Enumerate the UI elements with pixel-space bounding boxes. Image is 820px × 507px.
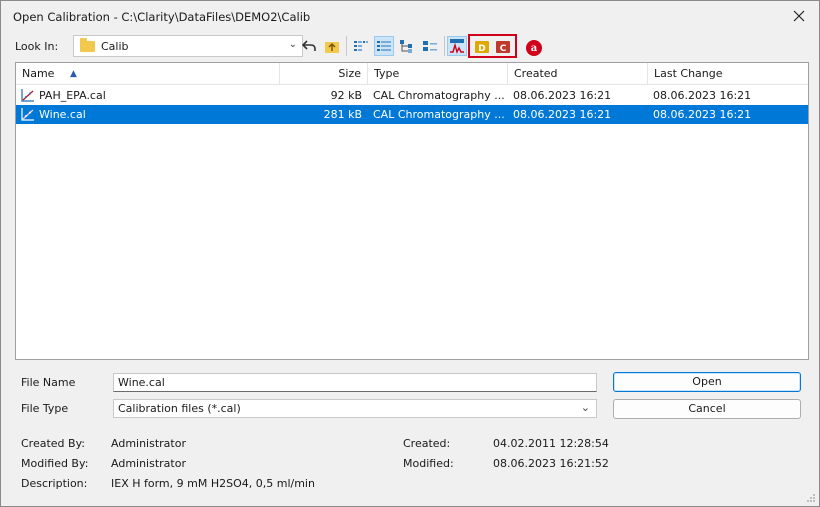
column-header-size[interactable]: Size xyxy=(280,63,368,85)
thumbnail-view-icon xyxy=(423,41,437,51)
created-date-label: Created: xyxy=(403,437,451,450)
modified-by-value: Administrator xyxy=(111,457,186,470)
look-in-value: Calib xyxy=(101,40,129,53)
column-header-last-change[interactable]: Last Change xyxy=(648,63,808,85)
calibration-file-icon xyxy=(21,89,34,102)
tree-view-icon xyxy=(400,40,412,53)
window-title: Open Calibration - C:\Clarity\DataFiles\… xyxy=(13,10,311,24)
chromatogram-preview-button[interactable] xyxy=(447,36,467,56)
folder-icon xyxy=(80,38,95,52)
file-last-change-cell: 08.06.2023 16:21 xyxy=(653,108,752,121)
file-created-cell: 08.06.2023 16:21 xyxy=(513,89,612,102)
back-button[interactable] xyxy=(299,36,319,56)
file-name-cell: PAH_EPA.cal xyxy=(39,89,106,102)
file-size-cell: 281 kB xyxy=(323,108,362,121)
file-last-change-cell: 08.06.2023 16:21 xyxy=(653,89,752,102)
file-type-label: File Type xyxy=(21,402,69,415)
column-type-label: Type xyxy=(374,67,400,80)
file-type-select[interactable]: Calibration files (*.cal) ⌄ xyxy=(113,399,597,418)
file-name-label: File Name xyxy=(21,376,76,389)
calibration-file-icon xyxy=(21,108,34,121)
modified-date-value: 08.06.2023 16:21:52 xyxy=(493,457,609,470)
column-created-label: Created xyxy=(514,67,558,80)
file-type-cell: CAL Chromatography ... xyxy=(373,89,505,102)
close-icon xyxy=(793,10,805,22)
column-size-label: Size xyxy=(338,67,361,80)
toolbar-separator xyxy=(444,36,445,56)
description-value: IEX H form, 9 mM H2SO4, 0,5 ml/min xyxy=(111,477,315,490)
toolbar-separator xyxy=(346,36,347,56)
column-last-change-label: Last Change xyxy=(654,67,723,80)
look-in-label: Look In: xyxy=(15,40,59,53)
title-bar: Open Calibration - C:\Clarity\DataFiles\… xyxy=(1,1,819,33)
list-header: Name ▲ Size Type Created Last Change xyxy=(16,63,808,85)
file-list[interactable]: Name ▲ Size Type Created Last Change PAH… xyxy=(15,62,809,360)
table-row[interactable]: PAH_EPA.cal 92 kB CAL Chromatography ...… xyxy=(16,86,808,105)
modified-date-label: Modified: xyxy=(403,457,454,470)
list-view-button[interactable] xyxy=(351,36,371,56)
created-date-value: 04.02.2011 12:28:54 xyxy=(493,437,609,450)
column-header-created[interactable]: Created xyxy=(508,63,648,85)
annotation-highlight-box xyxy=(468,34,517,58)
thumbnail-view-button[interactable] xyxy=(420,36,440,56)
modified-by-label: Modified By: xyxy=(21,457,89,470)
look-in-combo[interactable]: Calib ⌄ xyxy=(73,35,303,57)
details-view-button[interactable] xyxy=(374,36,394,56)
close-button[interactable] xyxy=(787,5,811,27)
file-type-value: Calibration files (*.cal) xyxy=(118,402,241,415)
file-size-cell: 92 kB xyxy=(330,89,362,102)
file-name-cell: Wine.cal xyxy=(39,108,86,121)
up-folder-icon xyxy=(325,42,339,53)
column-header-type[interactable]: Type xyxy=(368,63,508,85)
chevron-down-icon: ⌄ xyxy=(580,401,590,414)
chevron-down-icon: ⌄ xyxy=(288,39,297,50)
open-button[interactable]: Open xyxy=(613,372,801,392)
list-view-icon xyxy=(354,41,368,51)
details-view-icon xyxy=(377,41,391,51)
back-icon xyxy=(301,40,316,51)
file-name-value: Wine.cal xyxy=(118,376,165,389)
file-name-field[interactable]: Wine.cal xyxy=(113,373,597,392)
sort-ascending-icon: ▲ xyxy=(70,69,77,79)
created-by-value: Administrator xyxy=(111,437,186,450)
tree-view-button[interactable] xyxy=(397,36,417,56)
toolbar: Look In: Calib ⌄ D C a xyxy=(7,34,817,58)
description-label: Description: xyxy=(21,477,88,490)
cancel-button[interactable]: Cancel xyxy=(613,399,801,419)
table-row-selected[interactable]: Wine.cal 281 kB CAL Chromatography ... 0… xyxy=(16,105,808,124)
file-created-cell: 08.06.2023 16:21 xyxy=(513,108,612,121)
annotation-badge: a xyxy=(526,40,542,56)
column-header-name[interactable]: Name ▲ xyxy=(16,63,280,85)
open-calibration-dialog: Open Calibration - C:\Clarity\DataFiles\… xyxy=(0,0,820,507)
chromatogram-preview-icon xyxy=(450,39,464,54)
file-type-cell: CAL Chromatography ... xyxy=(373,108,505,121)
up-folder-button[interactable] xyxy=(322,36,342,56)
resize-grip-icon[interactable] xyxy=(806,493,816,503)
column-name-label: Name xyxy=(22,67,55,80)
created-by-label: Created By: xyxy=(21,437,85,450)
